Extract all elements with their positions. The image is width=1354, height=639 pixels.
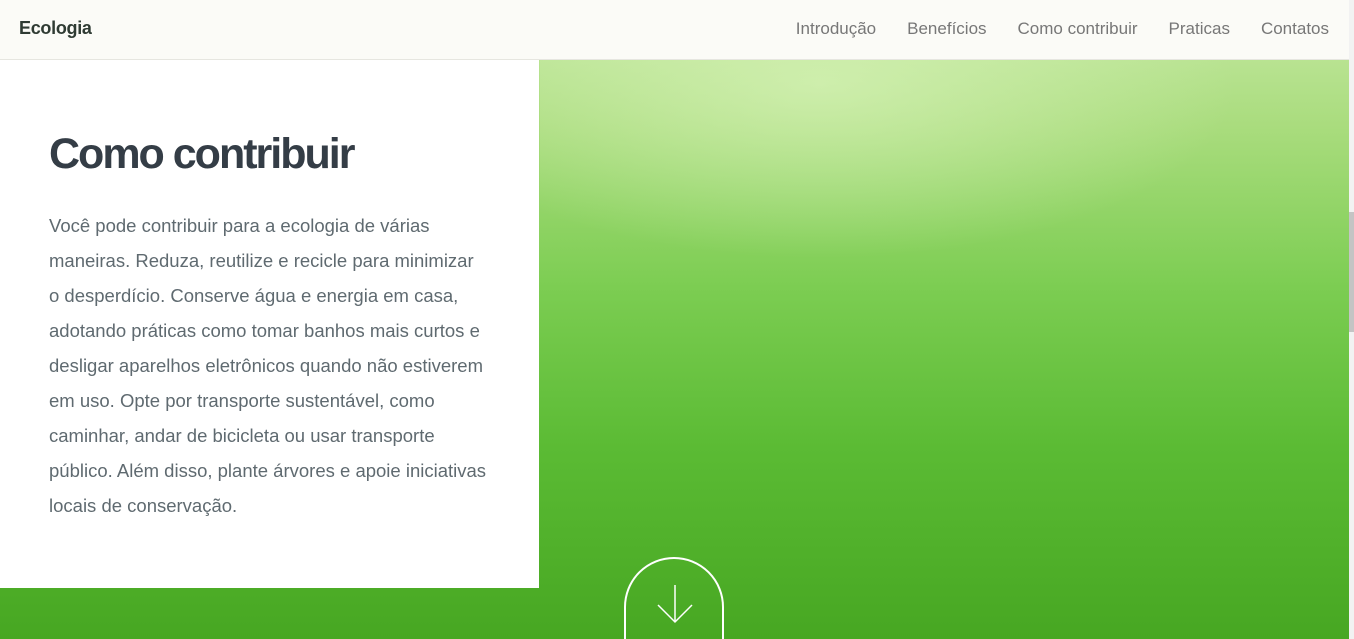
- section-title: Como contribuir: [49, 130, 355, 178]
- nav-item-contatos[interactable]: Contatos: [1261, 19, 1329, 39]
- top-navbar: Ecologia Introdução Benefícios Como cont…: [0, 0, 1349, 60]
- brand-logo[interactable]: Ecologia: [19, 18, 92, 39]
- arrow-down-icon: [657, 585, 693, 624]
- section-text: Você pode contribuir para a ecologia de …: [49, 215, 487, 516]
- nav-item-praticas[interactable]: Praticas: [1169, 19, 1230, 39]
- vertical-scrollbar[interactable]: [1349, 0, 1354, 639]
- content-card: Como contribuir Você pode contribuir par…: [0, 60, 539, 588]
- scrollbar-thumb[interactable]: [1349, 212, 1354, 332]
- main-nav: Introdução Benefícios Como contribuir Pr…: [796, 19, 1329, 39]
- page: Ecologia Introdução Benefícios Como cont…: [0, 0, 1354, 639]
- nav-item-beneficios[interactable]: Benefícios: [907, 19, 986, 39]
- nav-item-como-contribuir[interactable]: Como contribuir: [1018, 19, 1138, 39]
- nav-item-introducao[interactable]: Introdução: [796, 19, 876, 39]
- scroll-down-button[interactable]: [624, 557, 724, 639]
